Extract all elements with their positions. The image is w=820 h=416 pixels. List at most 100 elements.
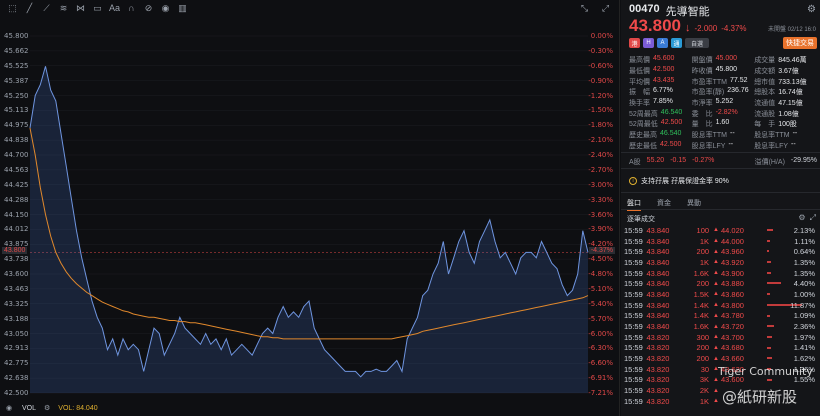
trade-row: 15:59 43.840 200 ▲ bbox=[624, 278, 719, 289]
margin-notice[interactable]: i 支持孖展 孖展保證金率 90% bbox=[629, 176, 729, 186]
stat-label: 成交量 bbox=[754, 57, 776, 65]
trade-time: 15:59 bbox=[624, 236, 643, 246]
settings-icon[interactable]: ⚙ bbox=[44, 404, 50, 412]
trade-row: 15:59 43.820 3K ▲ bbox=[624, 375, 719, 386]
stat-label: 每 手 bbox=[754, 121, 776, 129]
price-change-pct: -4.37% bbox=[721, 24, 747, 33]
distribution-row: 44.000 1.11% bbox=[721, 236, 817, 247]
stat-label: 流通股 bbox=[754, 110, 776, 118]
trade-price: 43.840 bbox=[646, 279, 670, 289]
trade-price: 43.820 bbox=[646, 386, 670, 396]
trade-row: 15:59 43.840 1K ▲ bbox=[624, 236, 719, 247]
price-tick: 45.800 bbox=[4, 32, 29, 40]
stat-cell: 流通值 47.15億 bbox=[754, 98, 817, 108]
stat-label: 市盈率TTM bbox=[691, 78, 727, 86]
gear-icon[interactable]: ⚙ bbox=[807, 4, 816, 15]
volume-row: ◉ VOL ⚙ VOL: 84.040 bbox=[6, 404, 98, 413]
volume-value: VOL: 84.040 bbox=[58, 404, 98, 412]
volume-label: VOL bbox=[22, 404, 37, 412]
trade-price: 43.820 bbox=[646, 354, 670, 364]
stat-value: -- bbox=[792, 130, 798, 138]
percent-tick: -5.70% bbox=[588, 314, 613, 323]
percent-tick: -6.91% bbox=[588, 374, 613, 383]
stat-label: 最低價 bbox=[629, 68, 650, 76]
stat-value: 3.67億 bbox=[778, 68, 799, 76]
trade-row: 15:59 43.840 100 ▲ bbox=[624, 225, 719, 236]
price-row: 43.800 ↓ -2.000 -4.37% bbox=[629, 16, 747, 36]
dist-price: 44.020 bbox=[721, 225, 744, 235]
trade-time: 15:59 bbox=[624, 279, 643, 289]
dist-pct: 2.13% bbox=[793, 225, 815, 235]
dist-pct: 1.00% bbox=[793, 289, 815, 299]
percent-tick: -3.90% bbox=[588, 225, 613, 234]
percent-tick: -3.00% bbox=[588, 180, 613, 189]
quote-panel: 00470 先導智能 ⚙ 43.800 ↓ -2.000 -4.37% 未開盤 … bbox=[621, 0, 820, 416]
dist-pct: 2.36% bbox=[793, 322, 815, 332]
trade-price: 43.820 bbox=[646, 364, 670, 374]
dist-price: 43.860 bbox=[721, 289, 744, 299]
trade-qty: 300 bbox=[696, 332, 710, 342]
trade-row: 15:59 43.840 1.4K ▲ bbox=[624, 311, 719, 322]
percent-tick: -4.50% bbox=[588, 255, 613, 264]
price-chart[interactable] bbox=[0, 0, 620, 416]
dist-bar bbox=[767, 346, 771, 349]
trade-qty: 3K bbox=[699, 375, 710, 385]
dist-pct: 1.55% bbox=[793, 375, 815, 385]
trade-row: 15:59 43.840 1.6K ▲ bbox=[624, 268, 719, 279]
settings-icon[interactable]: ⚙ bbox=[798, 213, 805, 223]
dist-pct: 1.11% bbox=[794, 236, 815, 246]
dist-price: 43.920 bbox=[721, 257, 744, 267]
dist-price: 43.620 bbox=[721, 364, 744, 374]
dist-pct: 0.64% bbox=[793, 247, 815, 257]
up-arrow-icon: ▲ bbox=[713, 366, 719, 373]
stat-value: 6.77% bbox=[653, 87, 673, 95]
trade-time: 15:59 bbox=[624, 268, 643, 278]
trade-price: 43.840 bbox=[646, 225, 670, 235]
percent-tick: -4.80% bbox=[588, 270, 613, 278]
distribution-row: 43.860 1.00% bbox=[721, 289, 817, 300]
info-icon: i bbox=[629, 177, 637, 185]
trade-list[interactable]: 15:59 43.840 100 ▲ 15:59 43.840 1K ▲ 15:59 43.840… bbox=[624, 225, 719, 407]
distribution-row: 43.960 0.64% bbox=[721, 246, 817, 257]
watchlist-label: 自選 bbox=[690, 41, 703, 48]
trade-row: 15:59 43.820 200 ▲ bbox=[624, 353, 719, 364]
price-tick: 45.387 bbox=[4, 76, 29, 85]
eye-icon[interactable]: ◉ bbox=[6, 404, 12, 412]
dist-bar bbox=[767, 325, 774, 328]
price-tick: 44.150 bbox=[4, 210, 29, 219]
current-pct-tag: -4.37% bbox=[588, 247, 615, 254]
trade-row: 15:59 43.820 2K ▲ bbox=[624, 385, 719, 396]
price-tick: 44.288 bbox=[4, 195, 29, 204]
stat-value: -- bbox=[728, 140, 734, 148]
stat-value: 16.74億 bbox=[778, 89, 803, 97]
stat-label: 平均價 bbox=[629, 78, 650, 86]
quick-trade-button[interactable]: 快捷交易 bbox=[783, 37, 817, 49]
stat-value: 42.500 bbox=[660, 119, 683, 127]
stat-label: 市盈率(靜) bbox=[691, 89, 725, 97]
distribution-row: 43.720 2.36% bbox=[721, 321, 817, 332]
percent-tick: -0.30% bbox=[588, 46, 613, 55]
distribution-row: 43.680 1.41% bbox=[721, 343, 817, 354]
stat-value: 45.600 bbox=[653, 55, 675, 63]
margin-text: 支持孖展 孖展保證金率 90% bbox=[641, 178, 729, 185]
watchlist-button[interactable]: 自選 bbox=[685, 38, 709, 48]
price-tick: 45.662 bbox=[4, 46, 29, 55]
price-tick: 45.113 bbox=[4, 106, 29, 115]
stat-label: 歷史最高 bbox=[629, 132, 657, 140]
a-share-row[interactable]: A股 55.20 -0.15 -0.27% 溢價(H/A) -29.95% bbox=[629, 157, 817, 167]
stat-label: 流通值 bbox=[754, 100, 776, 108]
intraday-chart-panel[interactable]: ⬚ ╱ ⟋ ≋ ⋈ ▭ Aa ∩ ⊘ ◉ ▥ ⤡ ⤢ 45.800 45.662 4… bbox=[0, 0, 620, 416]
trade-price: 43.840 bbox=[646, 236, 670, 246]
trade-row: 15:59 43.820 1K ▲ bbox=[624, 396, 719, 407]
expand-icon[interactable]: ⤢ bbox=[810, 213, 816, 223]
price-tick: 42.775 bbox=[4, 359, 29, 368]
trade-price: 43.840 bbox=[646, 300, 670, 310]
stat-cell: 歷史最低 42.500 bbox=[629, 141, 692, 151]
trade-qty: 1.6K bbox=[693, 268, 710, 278]
stat-cell: 市盈率(靜) 236.76 bbox=[692, 87, 755, 97]
premium-value: -29.95% bbox=[790, 157, 817, 164]
price-distribution[interactable]: 44.020 2.13% 44.000 1.11% 43.960 0.64% 43.920 1… bbox=[721, 225, 817, 385]
up-arrow-icon: ▲ bbox=[713, 398, 719, 405]
percent-tick: 0.00% bbox=[590, 32, 613, 40]
dist-pct: 1.35% bbox=[793, 268, 815, 278]
